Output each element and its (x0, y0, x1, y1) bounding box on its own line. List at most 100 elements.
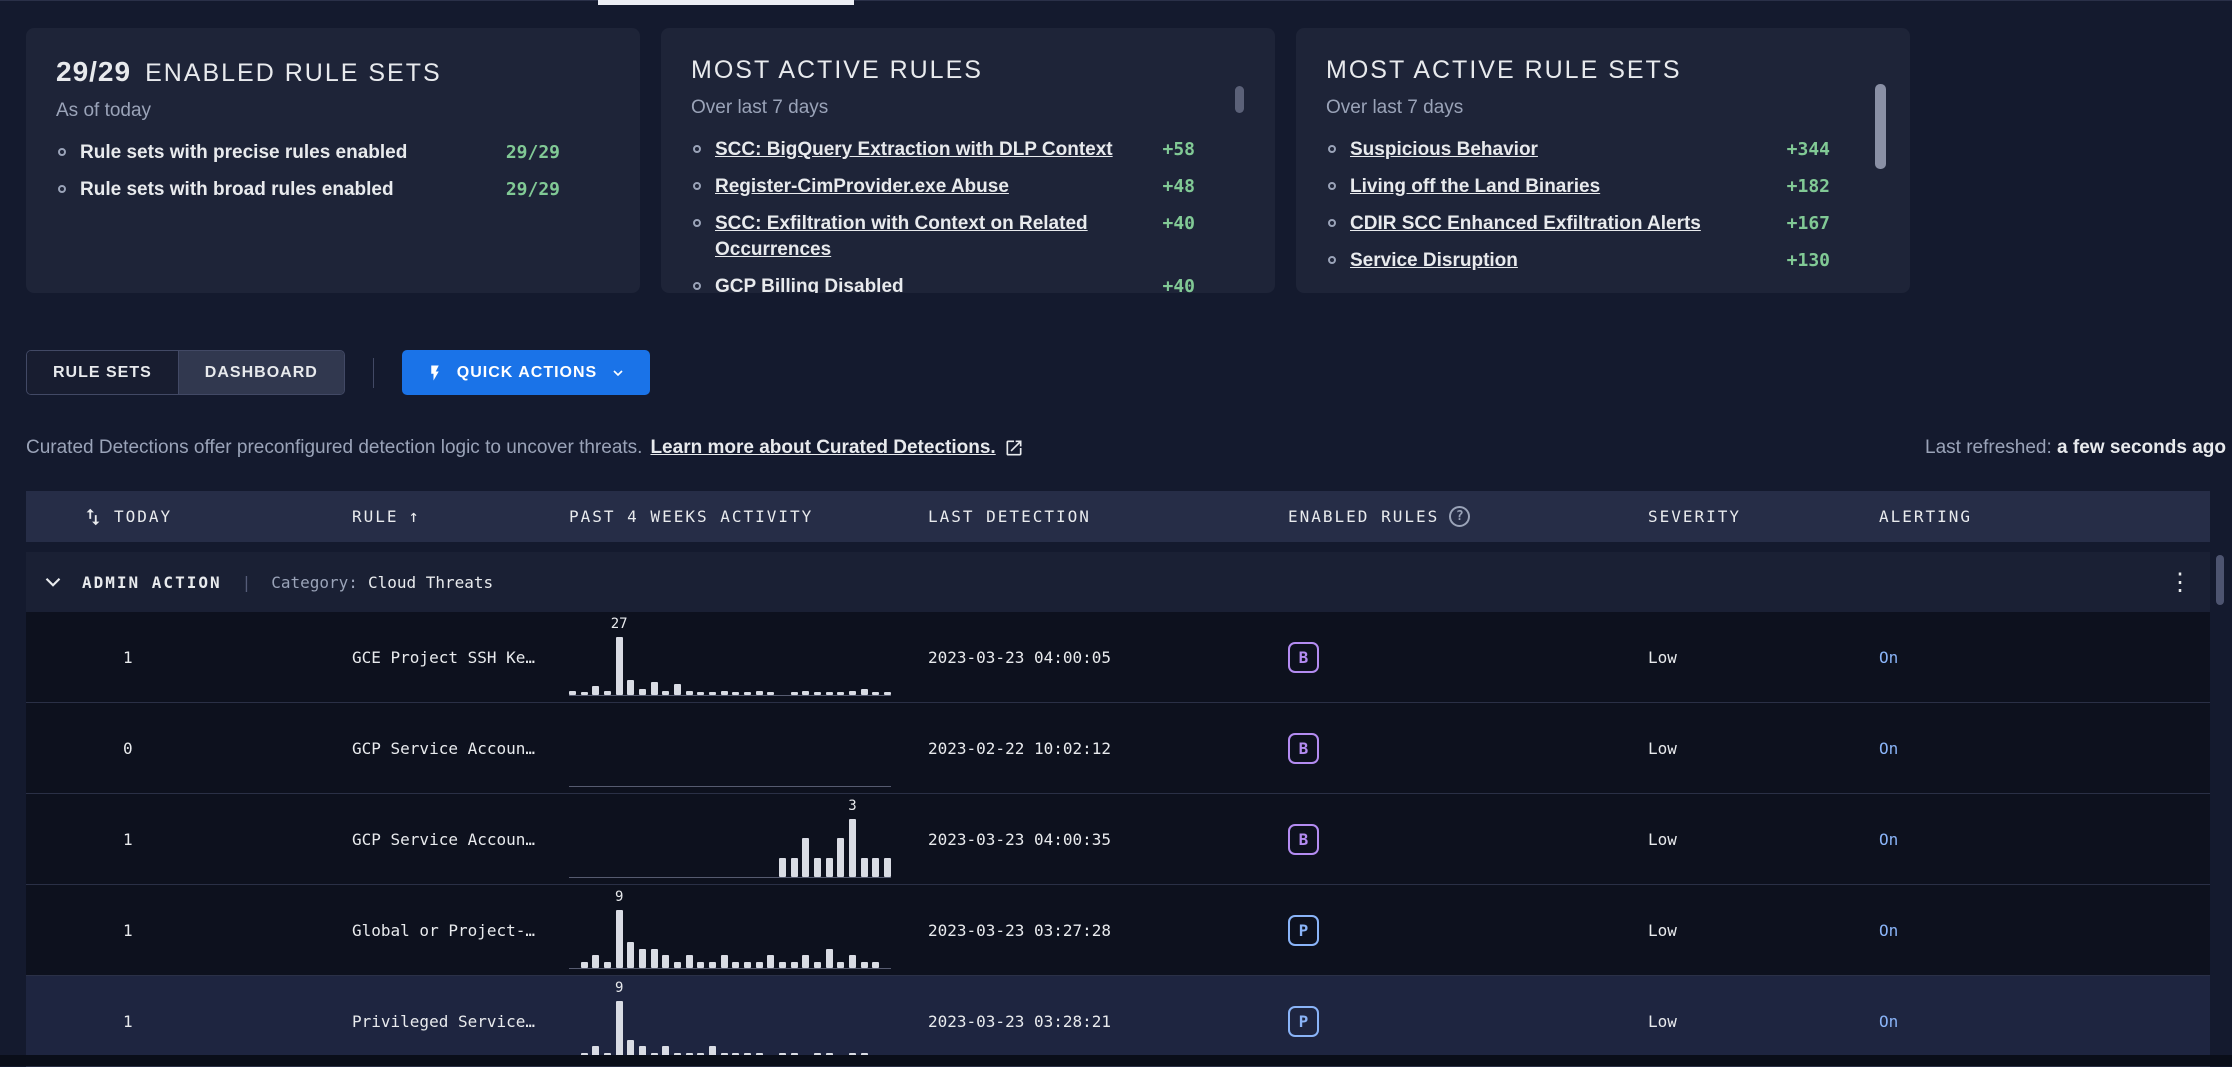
header-label: RULE (352, 507, 399, 526)
list-item: Service Disruption +130 (1326, 248, 1830, 274)
activity-sparkline: 9 (569, 885, 891, 969)
rule-link[interactable]: Suspicious Behavior (1350, 137, 1787, 163)
column-header-today[interactable]: TODAY (26, 506, 352, 528)
header-label: PAST 4 WEEKS ACTIVITY (569, 507, 813, 526)
cell-enabled-rules: P (1288, 915, 1648, 946)
cell-last-detection: 2023-03-23 04:00:05 (928, 648, 1288, 667)
cell-alerting[interactable]: On (1879, 921, 2210, 940)
rule-link[interactable]: CDIR SCC Enhanced Exfiltration Alerts (1350, 211, 1787, 237)
column-header-rule[interactable]: RULE ↑ (352, 507, 569, 527)
card-most-active-rule-sets: MOST ACTIVE RULE SETS Over last 7 days S… (1296, 28, 1910, 293)
cell-enabled-rules: B (1288, 824, 1648, 855)
cell-activity: 3 (569, 794, 928, 885)
dashboard-tab[interactable]: DASHBOARD (178, 351, 344, 394)
list-item: SCC: Exfiltration with Context on Relate… (691, 211, 1195, 263)
rule-type-badge[interactable]: B (1288, 824, 1319, 855)
rule-type-badge[interactable]: B (1288, 642, 1319, 673)
rule-type-badge[interactable]: B (1288, 733, 1319, 764)
toolbar-divider (373, 358, 374, 388)
kebab-menu-icon[interactable]: ⋮ (2168, 570, 2192, 594)
enabled-rule-sets-count: 29/29 (56, 56, 131, 88)
cell-severity: Low (1648, 1012, 1879, 1031)
rule-link[interactable]: Living off the Land Binaries (1350, 174, 1787, 200)
detections-table: TODAY RULE ↑ PAST 4 WEEKS ACTIVITY LAST … (26, 491, 2210, 1067)
rule-link[interactable]: Service Disruption (1350, 248, 1787, 274)
header-label: SEVERITY (1648, 507, 1741, 526)
table-row[interactable]: 0 GCP Service Accoun… 2023-02-22 10:02:1… (26, 703, 2210, 794)
column-header-last-detection[interactable]: LAST DETECTION (928, 507, 1288, 526)
card-list: SCC: BigQuery Extraction with DLP Contex… (691, 137, 1245, 293)
activity-sparkline (569, 703, 891, 787)
rule-link[interactable]: SCC: BigQuery Extraction with DLP Contex… (715, 137, 1162, 163)
cell-last-detection: 2023-02-22 10:02:12 (928, 739, 1288, 758)
cell-rule: Privileged Service… (352, 1012, 569, 1031)
card-title: MOST ACTIVE RULE SETS (1326, 56, 1682, 85)
rule-type-badge[interactable]: P (1288, 1006, 1319, 1037)
cell-alerting[interactable]: On (1879, 648, 2210, 667)
item-delta: +40 (1162, 274, 1195, 293)
header-label: ALERTING (1879, 507, 1972, 526)
scrollbar-thumb[interactable] (2216, 555, 2224, 605)
open-in-new-icon (1004, 438, 1024, 458)
bullet-icon (1328, 145, 1336, 153)
cell-alerting[interactable]: On (1879, 830, 2210, 849)
table-row[interactable]: 1 GCP Service Accoun… 3 2023-03-23 04:00… (26, 794, 2210, 885)
scrollbar-thumb[interactable] (1875, 84, 1886, 169)
item-delta: +344 (1787, 137, 1830, 163)
column-header-severity[interactable]: SEVERITY (1648, 507, 1879, 526)
group-category-value: Cloud Threats (368, 573, 493, 592)
quick-actions-label: QUICK ACTIONS (457, 364, 597, 382)
card-subtitle: Over last 7 days (1326, 97, 1880, 119)
cell-alerting[interactable]: On (1879, 739, 2210, 758)
cell-enabled-rules: P (1288, 1006, 1648, 1037)
learn-more-link[interactable]: Learn more about Curated Detections. (650, 437, 995, 459)
card-list: Rule sets with precise rules enabled 29/… (56, 140, 610, 203)
quick-actions-button[interactable]: QUICK ACTIONS (402, 350, 650, 395)
rule-link[interactable]: SCC: Exfiltration with Context on Relate… (715, 211, 1162, 263)
last-refreshed-label: Last refreshed: (1925, 437, 2052, 458)
cell-activity: 27 (569, 612, 928, 703)
summary-cards: 29/29 ENABLED RULE SETS As of today Rule… (26, 28, 1910, 293)
bottom-scroll-track[interactable] (0, 1055, 2232, 1066)
lightning-bolt-icon (426, 362, 444, 384)
table-row[interactable]: 1 GCE Project SSH Ke… 27 2023-03-23 04:0… (26, 612, 2210, 703)
item-delta: +40 (1162, 211, 1195, 237)
table-body: 1 GCE Project SSH Ke… 27 2023-03-23 04:0… (26, 612, 2210, 1067)
rule-link[interactable]: Register-CimProvider.exe Abuse (715, 174, 1162, 200)
cell-rule: GCP Service Accoun… (352, 830, 569, 849)
cell-rule: GCP Service Accoun… (352, 739, 569, 758)
bullet-icon (693, 219, 701, 227)
table-row[interactable]: 1 Global or Project-… 9 2023-03-23 03:27… (26, 885, 2210, 976)
column-header-enabled-rules[interactable]: ENABLED RULES ? (1288, 506, 1648, 527)
activity-sparkline: 9 (569, 976, 891, 1060)
card-enabled-rule-sets: 29/29 ENABLED RULE SETS As of today Rule… (26, 28, 640, 293)
chevron-down-icon (610, 365, 626, 381)
rule-link[interactable]: GCP Billing Disabled (715, 274, 1162, 293)
cell-last-detection: 2023-03-23 03:27:28 (928, 921, 1288, 940)
cell-alerting[interactable]: On (1879, 1012, 2210, 1031)
card-list: Suspicious Behavior +344 Living off the … (1326, 137, 1880, 274)
cell-today: 1 (26, 830, 352, 849)
rule-set-group-row[interactable]: ADMIN ACTION | Category: Cloud Threats ⋮ (26, 552, 2210, 612)
sparkline-peak-label: 3 (848, 798, 856, 814)
column-header-activity[interactable]: PAST 4 WEEKS ACTIVITY (569, 507, 928, 526)
bullet-icon (1328, 256, 1336, 264)
scrollbar-thumb[interactable] (1235, 86, 1244, 113)
cell-activity (569, 703, 928, 794)
rule-sets-tab[interactable]: RULE SETS (27, 351, 178, 394)
help-icon[interactable]: ? (1449, 506, 1470, 527)
rule-type-badge[interactable]: P (1288, 915, 1319, 946)
item-delta: +58 (1162, 137, 1195, 163)
chevron-down-icon[interactable] (40, 569, 66, 595)
card-subtitle: As of today (56, 100, 610, 122)
group-category-label: Category: (271, 573, 358, 592)
last-refreshed: Last refreshed: a few seconds ago (1925, 437, 2226, 459)
column-header-alerting[interactable]: ALERTING (1879, 507, 2210, 526)
cell-severity: Low (1648, 739, 1879, 758)
group-name: ADMIN ACTION (82, 573, 222, 592)
cell-severity: Low (1648, 830, 1879, 849)
cell-rule: GCE Project SSH Ke… (352, 648, 569, 667)
bullet-icon (693, 282, 701, 290)
list-item: Living off the Land Binaries +182 (1326, 174, 1830, 200)
table-row[interactable]: 1 Privileged Service… 9 2023-03-23 03:28… (26, 976, 2210, 1067)
